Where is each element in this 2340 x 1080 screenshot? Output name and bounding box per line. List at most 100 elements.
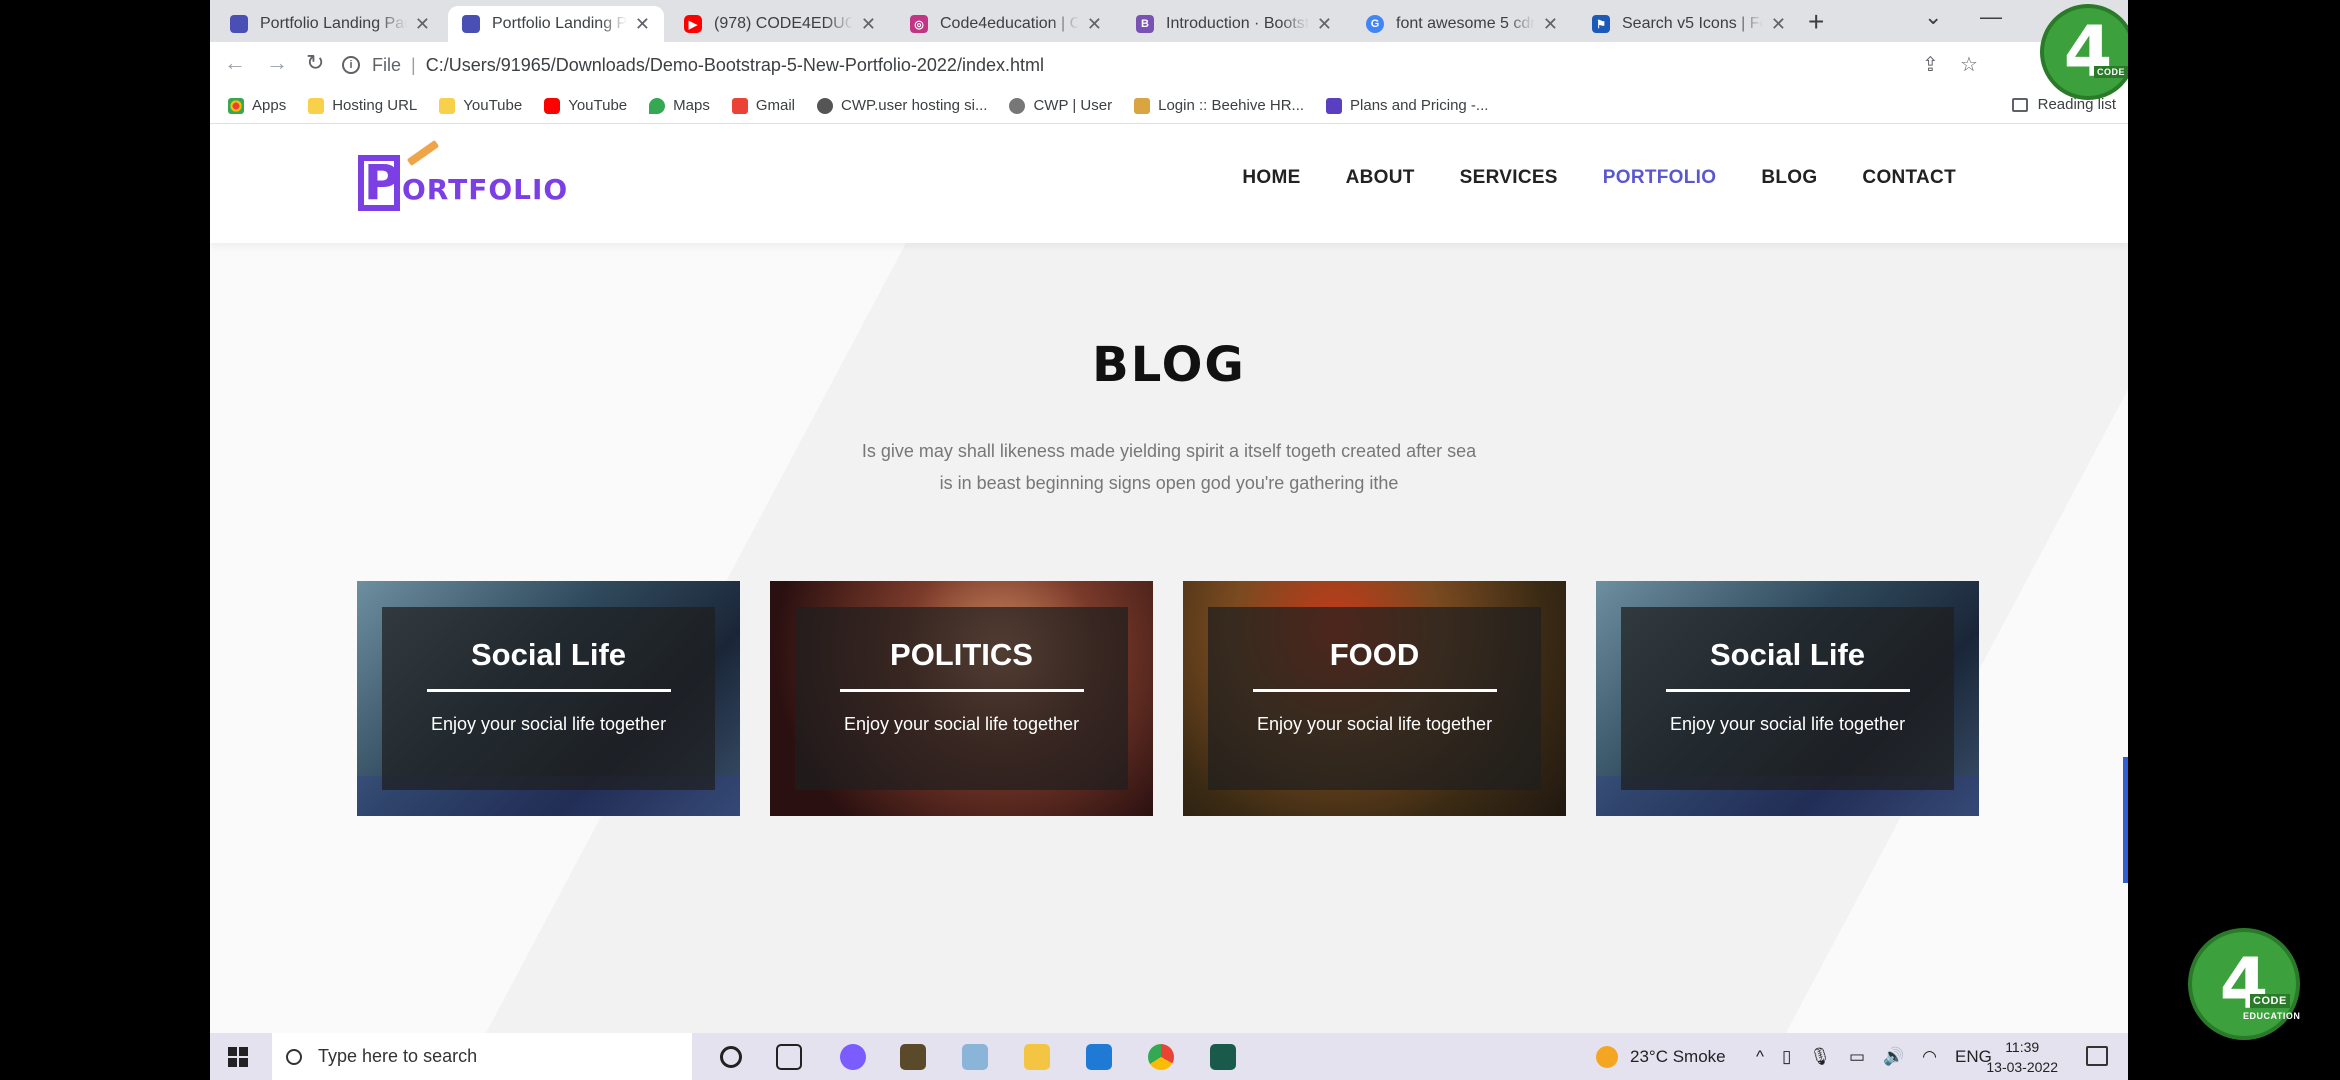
close-tab-icon[interactable]: ✕ [635,14,650,35]
media-app-icon[interactable] [900,1044,926,1070]
logo-mark: P [358,139,440,211]
scroll-indicator[interactable] [2123,757,2128,883]
chrome-icon[interactable] [1148,1044,1174,1070]
bookmark-plans-pricing[interactable]: Plans and Pricing -... [1326,97,1488,114]
close-tab-icon[interactable]: ✕ [1543,14,1558,35]
card-text: Enjoy your social life together [1256,714,1493,734]
forward-arrow-icon[interactable]: → [266,50,288,76]
chevron-up-icon[interactable]: ^ [1756,1047,1764,1067]
close-tab-icon[interactable]: ✕ [1771,14,1786,35]
share-icon[interactable]: ⇪ [1922,52,1939,77]
files-app-icon[interactable] [962,1044,988,1070]
tab-title: font awesome 5 cdn [1396,15,1535,32]
device-icon[interactable]: ▯ [1782,1047,1791,1067]
tab-title: Portfolio Landing Pag [492,15,627,32]
browser-tab-2-active[interactable]: Portfolio Landing Pag ✕ [448,6,664,42]
reading-list-icon [2011,97,2028,112]
cortana-icon[interactable] [720,1046,742,1068]
card-title: FOOD [1329,637,1420,672]
bee-icon [1134,97,1151,114]
site-logo[interactable]: P ORTFOLIO [358,139,568,217]
close-tab-icon[interactable]: ✕ [1317,14,1332,35]
browser-tab-strip: Portfolio Landing Pag ✕ Portfolio Landin… [210,0,2128,42]
screen-recorder-icon[interactable] [840,1044,866,1070]
code-editor-icon[interactable] [1210,1044,1236,1070]
system-tray: ^ ▯ 🎙 ▭ 🔊 ◠ ENG [1756,1033,1992,1080]
card-text: Enjoy your social life together [843,714,1080,734]
browser-tab-1[interactable]: Portfolio Landing Pag ✕ [216,6,444,42]
vscode-icon[interactable] [1086,1044,1112,1070]
nav-portfolio[interactable]: PORTFOLIO [1603,167,1717,189]
weather-widget[interactable]: 23°C Smoke [1596,1033,1726,1080]
close-tab-icon[interactable]: ✕ [415,14,430,35]
battery-icon[interactable]: ▭ [1849,1047,1865,1067]
card-overlay: Social Life Enjoy your social life toget… [1621,607,1954,790]
browser-tab-5[interactable]: B Introduction · Bootstr ✕ [1122,6,1346,42]
close-tab-icon[interactable]: ✕ [861,14,876,35]
browser-tab-4[interactable]: ◎ Code4education | Co ✕ [896,6,1116,42]
info-icon[interactable]: i [342,56,360,74]
windows-start-icon[interactable] [228,1047,248,1067]
blog-card-social-life-2[interactable]: Social Life Enjoy your social life toget… [1596,581,1979,816]
bookmark-maps[interactable]: Maps [649,97,710,114]
plus-icon[interactable]: + [1808,6,1824,38]
bookmark-hosting-url[interactable]: Hosting URL [308,97,417,114]
microphone-icon[interactable]: 🎙 [1809,1047,1831,1067]
nav-home[interactable]: HOME [1242,167,1300,189]
browser-tab-6[interactable]: G font awesome 5 cdn ✕ [1352,6,1572,42]
minimize-icon[interactable]: — [1980,4,2002,30]
taskbar-search-input[interactable]: Type here to search [272,1033,692,1080]
bookmark-beehive[interactable]: Login :: Beehive HR... [1134,97,1304,114]
tab-search-chevron-icon[interactable]: ⌄ [1924,4,1942,30]
task-view-icon[interactable] [776,1044,802,1070]
bookmark-gmail[interactable]: Gmail [731,97,795,114]
blog-card-food[interactable]: FOOD Enjoy your social life together [1183,581,1566,816]
background-shape [458,125,2128,1033]
notification-icon[interactable] [2086,1046,2108,1066]
bookmark-youtube[interactable]: YouTube [544,97,627,114]
blog-card-politics[interactable]: POLITICS Enjoy your social life together [770,581,1153,816]
reading-list-button[interactable]: Reading list [2011,96,2116,113]
eye-icon [1009,97,1026,114]
blog-section-subtitle: Is give may shall likeness made yielding… [861,441,1477,493]
gmail-icon [731,97,748,114]
youtube-icon [544,97,561,114]
bookmark-cwp-user[interactable]: CWP | User [1009,97,1112,114]
blog-cards: Social Life Enjoy your social life toget… [357,581,1979,816]
nav-about[interactable]: ABOUT [1346,167,1415,189]
bookmarks-bar: Apps Hosting URL YouTube YouTube Maps Gm… [210,88,2128,124]
folder-icon [439,97,456,114]
browser-toolbar: ← → ↻ i File | C:/Users/91965/Downloads/… [210,42,2128,88]
search-icon [286,1048,302,1065]
nav-contact[interactable]: CONTACT [1862,167,1956,189]
browser-tab-7[interactable]: ⚑ Search v5 Icons | Font ✕ [1578,6,1800,42]
close-tab-icon[interactable]: ✕ [1087,14,1102,35]
reload-icon[interactable]: ↻ [306,50,324,76]
card-overlay: FOOD Enjoy your social life together [1208,607,1541,790]
file-explorer-icon[interactable] [1024,1044,1050,1070]
nav-services[interactable]: SERVICES [1460,167,1558,189]
star-bookmark-icon[interactable]: ☆ [1960,52,1978,77]
youtube-favicon-icon: ▶ [684,15,702,33]
bookmark-youtube-folder[interactable]: YouTube [439,97,522,114]
taskbar-clock[interactable]: 11:39 13-03-2022 [1986,1037,2058,1077]
bookmark-apps[interactable]: Apps [228,97,286,114]
bookmark-cwp-hosting[interactable]: CWP.user hosting si... [817,97,987,114]
flag-favicon-icon: ⚑ [1592,15,1610,33]
nav-blog[interactable]: BLOG [1761,167,1817,189]
card-divider [1665,689,1910,692]
code4education-watermark-bottom: 4 CODE EDUCATION [2188,928,2300,1040]
browser-tab-3[interactable]: ▶ (978) CODE4EDUCATI ✕ [670,6,890,42]
portfolio-favicon-icon [230,15,248,33]
back-arrow-icon[interactable]: ← [224,50,246,76]
google-favicon-icon: G [1366,15,1384,33]
address-bar[interactable]: i File | C:/Users/91965/Downloads/Demo-B… [342,49,2128,81]
volume-icon[interactable]: 🔊 [1883,1047,1904,1067]
portfolio-favicon-icon [462,15,480,33]
url-text[interactable]: C:/Users/91965/Downloads/Demo-Bootstrap-… [426,55,1044,76]
k-logo-icon [1326,97,1343,114]
tab-title: Code4education | Co [940,15,1079,32]
wifi-icon[interactable]: ◠ [1922,1047,1937,1067]
blog-card-social-life[interactable]: Social Life Enjoy your social life toget… [357,581,740,816]
url-scheme: File [372,54,402,75]
